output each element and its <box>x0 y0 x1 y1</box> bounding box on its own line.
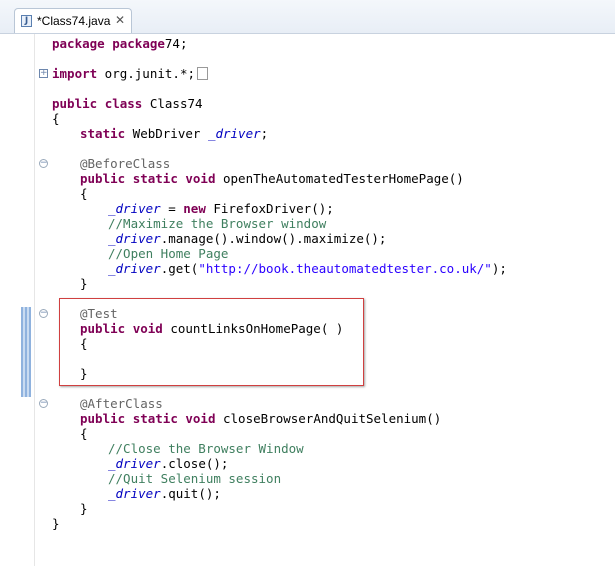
code-line: _driver.get("http://book.theautomatedtes… <box>108 261 507 276</box>
code-line: _driver.quit(); <box>108 486 221 501</box>
code-line: { <box>52 111 60 126</box>
code-editor[interactable]: + − − − package package74; import org.ju… <box>0 34 615 566</box>
overview-ruler <box>0 34 18 566</box>
code-line: //Quit Selenium session <box>108 471 282 486</box>
tab-title: *Class74.java <box>37 14 111 28</box>
tab-class74-java[interactable]: J *Class74.java ✕ <box>14 8 132 33</box>
java-file-icon: J <box>21 15 32 27</box>
code-line: @AfterClass <box>80 396 163 411</box>
folding-gutter <box>18 34 34 566</box>
gutter-divider <box>34 34 35 566</box>
code-line: _driver.close(); <box>108 456 229 471</box>
editor-tab-bar: J *Class74.java ✕ <box>0 0 615 34</box>
fold-collapse-icon[interactable]: − <box>39 399 48 408</box>
code-line: } <box>52 516 60 531</box>
quick-diff-change-bar <box>21 307 31 397</box>
fold-collapse-icon[interactable]: − <box>39 159 48 168</box>
test-method-highlight-box <box>59 298 364 386</box>
code-line: package package74; <box>52 36 188 51</box>
code-line: @BeforeClass <box>80 156 171 171</box>
collapsed-imports-indicator[interactable] <box>197 67 208 80</box>
code-line: { <box>80 426 88 441</box>
fold-expand-icon[interactable]: + <box>39 69 48 78</box>
close-icon[interactable]: ✕ <box>115 13 125 27</box>
code-line: //Open Home Page <box>108 246 229 261</box>
code-line: public class Class74 <box>52 96 203 111</box>
code-line: public static void closeBrowserAndQuitSe… <box>80 411 442 426</box>
code-line: _driver.manage().window().maximize(); <box>108 231 387 246</box>
code-line: static WebDriver _driver; <box>80 126 269 141</box>
code-line: _driver = new FirefoxDriver(); <box>108 201 334 216</box>
code-line: //Maximize the Browser window <box>108 216 327 231</box>
code-line: } <box>80 276 88 291</box>
code-line: { <box>80 186 88 201</box>
code-line: import org.junit.*; <box>52 66 208 81</box>
code-line: //Close the Browser Window <box>108 441 304 456</box>
code-line: } <box>80 501 88 516</box>
fold-collapse-icon[interactable]: − <box>39 309 48 318</box>
code-line: public static void openTheAutomatedTeste… <box>80 171 464 186</box>
